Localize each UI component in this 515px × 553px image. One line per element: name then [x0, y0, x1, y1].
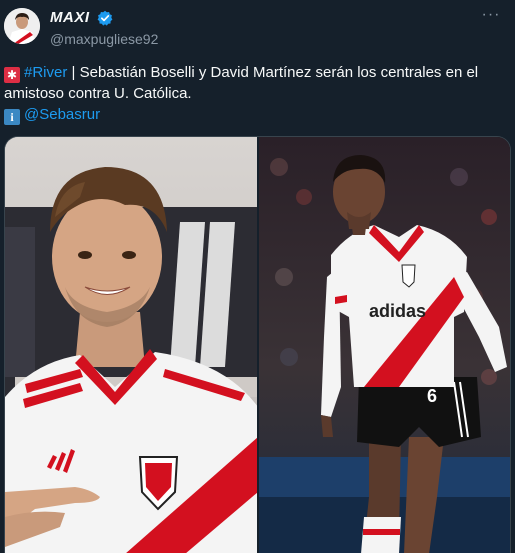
avatar[interactable] [4, 8, 40, 44]
tweet-card[interactable]: MAXI @maxpugliese92 ··· ✱ #River | Sebast… [0, 0, 515, 553]
tweet-text: ✱ #River | Sebastián Boselli y David Mart… [4, 62, 499, 125]
hashtag-link[interactable]: #River [24, 64, 67, 81]
more-horizontal-icon[interactable]: ··· [479, 7, 503, 28]
information-icon: i [4, 109, 20, 125]
display-name[interactable]: MAXI [50, 9, 90, 26]
account-names: MAXI @maxpugliese92 [50, 9, 158, 47]
media-photo-right[interactable]: 6 adidas [259, 137, 510, 553]
tweet-header: MAXI @maxpugliese92 ··· [4, 7, 503, 48]
mention-link[interactable]: @Sebasrur [24, 106, 100, 123]
shorts-number-text: 6 [427, 386, 437, 406]
account-handle[interactable]: @maxpugliese92 [50, 31, 158, 47]
david-martinez-photo: 6 adidas [259, 137, 510, 553]
jersey-sponsor-text: adidas [369, 301, 426, 321]
sebastian-boselli-photo [5, 137, 257, 553]
media-photo-left[interactable] [5, 137, 257, 553]
tweet-media[interactable]: 6 adidas [4, 136, 511, 553]
verified-badge-icon [97, 10, 113, 26]
avatar-photo-icon [4, 8, 40, 44]
rotating-light-icon: ✱ [4, 67, 20, 83]
tweet-text-body: | Sebastián Boselli y David Martínez ser… [4, 64, 479, 102]
